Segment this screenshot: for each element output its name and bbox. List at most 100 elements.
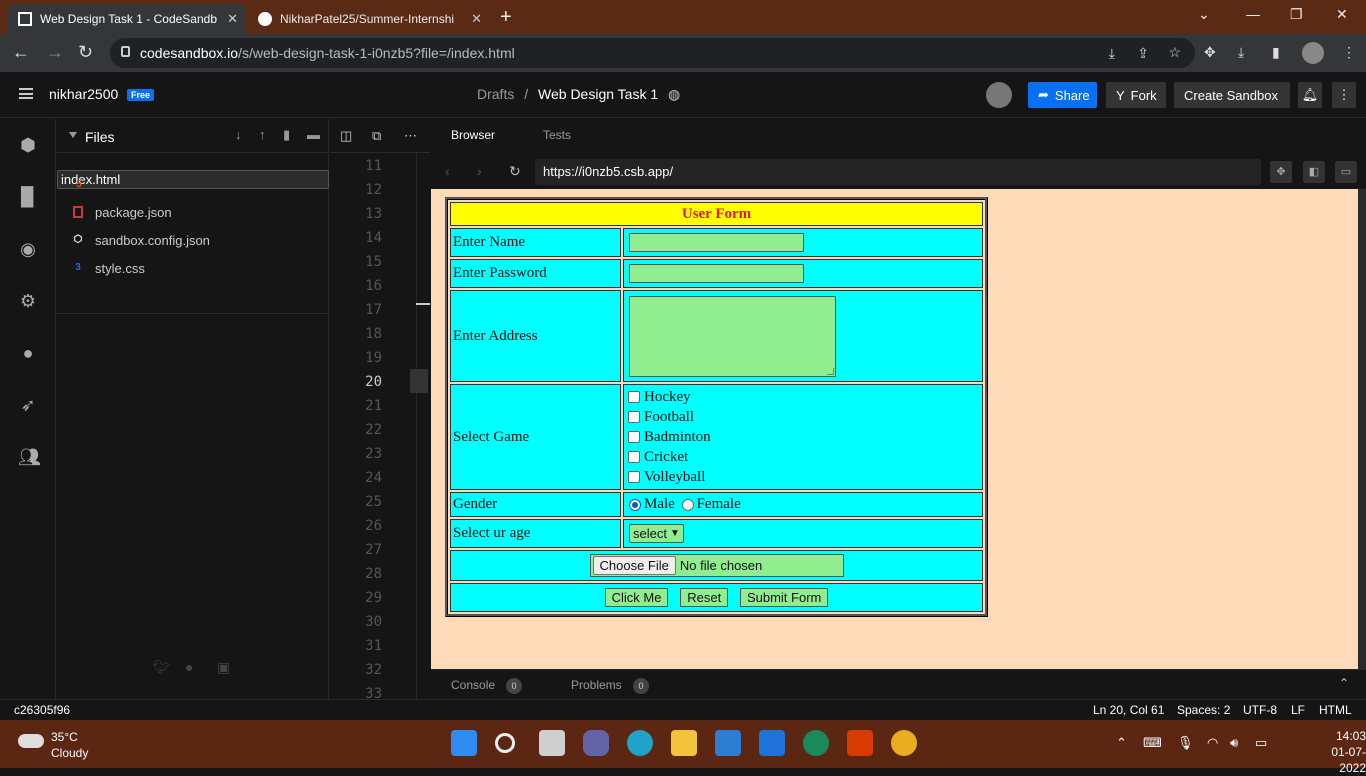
game-option-badminton[interactable]: Badminton xyxy=(626,427,980,447)
submit-form-button[interactable]: Submit Form xyxy=(739,588,829,607)
file-item-style-css[interactable]: 3 style.css xyxy=(57,254,329,282)
clock[interactable]: 14:03 01-07-2022 xyxy=(1314,728,1366,776)
preview-scrollbar[interactable] xyxy=(1358,189,1366,669)
profile-avatar[interactable] xyxy=(1302,42,1324,64)
notifications-button[interactable]: 🔔︎ xyxy=(1298,82,1322,108)
tab-problems[interactable]: Problems xyxy=(571,678,622,692)
game-option-volleyball[interactable]: Volleyball xyxy=(626,467,980,487)
click-me-button[interactable]: Click Me xyxy=(604,588,669,607)
twitter-icon[interactable]: 🐦︎ xyxy=(153,659,171,676)
restore-icon[interactable]: ❐ xyxy=(1290,6,1303,23)
checkbox[interactable] xyxy=(628,391,640,403)
game-option-football[interactable]: Football xyxy=(626,407,980,427)
age-select[interactable]: select ▼ xyxy=(629,524,684,543)
indent-spaces[interactable]: Spaces: 2 xyxy=(1177,703,1230,717)
battery-icon[interactable]: ▭ xyxy=(1255,735,1267,751)
preview-forward-icon[interactable]: › xyxy=(477,163,482,179)
upwork-icon[interactable] xyxy=(803,730,829,756)
fullscreen-icon[interactable]: ▭ xyxy=(1335,161,1357,183)
collaborator-avatar[interactable] xyxy=(986,82,1012,108)
rocket-icon[interactable]: ➶ xyxy=(18,395,38,415)
checkbox[interactable] xyxy=(628,471,640,483)
preview-url-input[interactable]: https://i0nzb5.csb.app/ xyxy=(535,159,1261,185)
menu-icon[interactable] xyxy=(19,88,33,99)
bookmark-star-icon[interactable]: ☆ xyxy=(1168,44,1181,61)
password-input[interactable] xyxy=(629,264,804,283)
open-new-window-icon[interactable]: ✥ xyxy=(1270,161,1292,183)
file-item-package-json[interactable]: package.json xyxy=(57,198,329,226)
tab-browser[interactable]: Browser xyxy=(451,128,495,142)
cube-icon[interactable]: ⬢ xyxy=(18,135,38,155)
address-bar[interactable]: codesandbox.io/s/web-design-task-1-i0nzb… xyxy=(110,38,1195,68)
users-icon[interactable]: 👥︎ xyxy=(18,447,41,467)
address-textarea[interactable] xyxy=(629,295,836,377)
file-input[interactable]: Choose File No file chosen xyxy=(589,554,844,577)
browser-tab-github[interactable]: NikharPatel25/Summer-Internshi ✕ xyxy=(248,4,490,34)
encoding[interactable]: UTF-8 xyxy=(1243,703,1277,717)
share-page-icon[interactable]: ⇪ xyxy=(1137,45,1149,62)
install-icon[interactable]: ⤓ xyxy=(1109,45,1115,62)
choose-file-button[interactable]: Choose File xyxy=(592,556,676,575)
task-view-icon[interactable] xyxy=(539,730,565,756)
reset-button[interactable]: Reset xyxy=(680,588,729,607)
teams-chat-icon[interactable] xyxy=(583,730,609,756)
side-panel-icon[interactable]: ▮ xyxy=(1272,44,1280,61)
gender-radio-female[interactable] xyxy=(681,498,694,511)
new-file-icon[interactable]: ▮ xyxy=(283,127,290,143)
code-editor[interactable]: ◫ ⧉ ⋯ 11 12 13 14 15 16 17 18 19 20 21 22 23 24 25 26 27… xyxy=(330,119,430,702)
reload-icon[interactable]: ↻ xyxy=(78,42,93,63)
file-item-sandbox-config[interactable]: ⬡ sandbox.config.json xyxy=(57,226,329,254)
gender-radio-male[interactable] xyxy=(629,498,641,511)
windows-start-icon[interactable] xyxy=(451,730,477,756)
preview-back-icon[interactable]: ‹ xyxy=(445,163,450,179)
tab-console[interactable]: Console xyxy=(451,678,495,692)
chevron-up-icon[interactable]: ⌃ xyxy=(1339,676,1349,690)
minimize-icon[interactable]: — xyxy=(1246,6,1260,22)
upload-icon[interactable]: ↑ xyxy=(259,127,266,142)
chevron-up-icon[interactable]: ⌃ xyxy=(1116,735,1127,751)
preview-refresh-icon[interactable]: ↻ xyxy=(509,163,521,180)
weather-widget[interactable]: 35°C Cloudy xyxy=(51,729,88,761)
volume-icon[interactable]: 🔊︎ xyxy=(1230,735,1238,751)
name-input[interactable] xyxy=(629,233,804,252)
wifi-icon[interactable]: ◠ xyxy=(1207,735,1218,751)
forward-icon[interactable]: → xyxy=(46,42,64,63)
close-icon[interactable]: ✕ xyxy=(227,11,238,27)
create-sandbox-button[interactable]: Create Sandbox xyxy=(1174,82,1290,108)
github-icon[interactable]: ● xyxy=(185,659,193,675)
game-option-hockey[interactable]: Hockey xyxy=(626,387,980,407)
chrome-icon[interactable] xyxy=(891,730,917,756)
downloads-icon[interactable]: ⤓ xyxy=(1238,44,1244,61)
commit-hash[interactable]: c26305f96 xyxy=(14,703,70,717)
checkbox[interactable] xyxy=(628,431,640,443)
back-icon[interactable]: ← xyxy=(12,42,30,63)
more-options-button[interactable]: ⋮ xyxy=(1332,82,1356,108)
files-header[interactable]: Files ↓ ↑ ▮ ▬ xyxy=(57,119,329,153)
search-icon[interactable] xyxy=(495,733,515,753)
new-tab-icon[interactable]: + xyxy=(500,6,512,29)
share-button[interactable]: ➦ Share xyxy=(1028,82,1097,108)
new-folder-icon[interactable]: ▬ xyxy=(307,127,320,142)
collapse-caret-icon[interactable] xyxy=(69,132,77,138)
browser-tab-codesandbox[interactable]: Web Design Task 1 - CodeSandb ✕ xyxy=(8,4,246,34)
search-icon[interactable]: ◉ xyxy=(18,239,38,259)
language-mode[interactable]: HTML xyxy=(1319,703,1352,717)
devtools-icon[interactable]: ◧ xyxy=(1303,161,1325,183)
game-option-cricket[interactable]: Cricket xyxy=(626,447,980,467)
chrome-menu-icon[interactable]: ⋮ xyxy=(1342,44,1356,61)
keyboard-icon[interactable]: ⌨ xyxy=(1143,735,1162,751)
fork-button[interactable]: Y Fork xyxy=(1106,82,1166,108)
github-icon[interactable]: ● xyxy=(18,343,38,363)
extensions-icon[interactable]: ✥ xyxy=(1204,44,1216,61)
office-icon[interactable] xyxy=(847,730,873,756)
discord-icon[interactable]: ▣ xyxy=(217,659,230,676)
gear-icon[interactable]: ⚙ xyxy=(18,291,38,311)
checkbox[interactable] xyxy=(628,451,640,463)
file-explorer-icon[interactable] xyxy=(671,730,697,756)
file-icon[interactable]: ▉ xyxy=(18,187,38,207)
download-icon[interactable]: ↓ xyxy=(235,127,242,142)
preview-window-icon[interactable]: ⧉ xyxy=(372,128,381,144)
breadcrumb-drafts[interactable]: Drafts xyxy=(477,86,514,102)
tab-search-icon[interactable]: ⌄ xyxy=(1198,6,1210,23)
checkbox[interactable] xyxy=(628,411,640,423)
